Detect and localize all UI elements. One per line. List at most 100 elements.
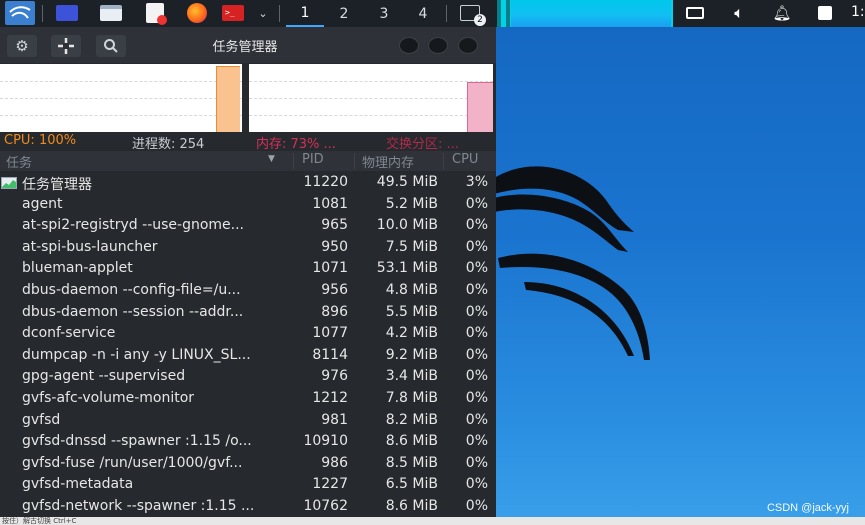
process-name: gvfsd-fuse /run/user/1000/gvf... xyxy=(22,454,243,471)
process-pid: 1081 xyxy=(312,195,348,212)
process-cpu: 0% xyxy=(465,303,488,320)
maximize-button[interactable] xyxy=(428,37,448,54)
table-row[interactable]: gvfsd-dnssd --spawner :1.15 /o... 10910 8.… xyxy=(0,431,496,453)
window-titlebar[interactable]: ⚙ 任务管理器 xyxy=(0,27,496,63)
process-name: agent xyxy=(22,195,63,212)
cpu-usage-label: CPU: 100% xyxy=(4,133,77,148)
settings-button[interactable]: ⚙ xyxy=(7,35,37,57)
process-name: gvfsd-dnssd --spawner :1.15 /o... xyxy=(22,433,252,450)
process-cpu: 0% xyxy=(465,454,488,471)
clock[interactable]: 1: xyxy=(851,4,865,20)
task-manager-tray-icon[interactable]: 2 xyxy=(459,3,486,26)
window-title: 任务管理器 xyxy=(212,40,278,55)
process-memory: 10.0 MiB xyxy=(376,217,438,234)
task-manager-app-icon xyxy=(1,177,17,189)
select-window-button[interactable] xyxy=(51,35,81,57)
table-row[interactable]: gpg-agent --supervised 976 3.4 MiB 0% xyxy=(0,366,496,388)
table-row[interactable]: gvfs-afc-volume-monitor 1212 7.8 MiB 0% xyxy=(0,388,496,410)
table-row[interactable]: gvfsd-network --spawner :1.15 ... 10762 8.… xyxy=(0,496,496,518)
process-cpu: 0% xyxy=(465,281,488,298)
search-button[interactable] xyxy=(96,35,126,57)
table-row[interactable]: gvfsd-metadata 1227 6.5 MiB 0% xyxy=(0,474,496,496)
process-memory: 5.2 MiB xyxy=(385,195,438,212)
table-row[interactable]: dbus-daemon --session --addr... 896 5.5 Mi… xyxy=(0,302,496,324)
table-row[interactable]: gvfsd-fuse /run/user/1000/gvf... 986 8.5 M… xyxy=(0,453,496,475)
process-name: dumpcap -n -i any -y LINUX_SL... xyxy=(22,346,251,363)
table-row[interactable]: dconf-service 1077 4.2 MiB 0% xyxy=(0,323,496,345)
process-name: at-spi2-registryd --use-gnome... xyxy=(22,217,245,234)
process-cpu: 0% xyxy=(465,325,488,342)
close-button[interactable] xyxy=(458,37,478,54)
process-pid: 11220 xyxy=(303,174,348,190)
table-row[interactable]: 任务管理器 11220 49.5 MiB 3% xyxy=(0,172,496,194)
process-name: dbus-daemon --session --addr... xyxy=(22,303,244,320)
process-memory: 8.6 MiB xyxy=(385,433,438,450)
process-pid: 10910 xyxy=(303,433,348,450)
table-row[interactable]: at-spi2-registryd --use-gnome... 965 10.0 … xyxy=(0,215,496,237)
text-editor-icon[interactable] xyxy=(144,3,167,25)
process-name: 任务管理器 xyxy=(22,177,92,193)
keyboard-icon[interactable] xyxy=(684,3,706,23)
process-cpu: 0% xyxy=(465,368,488,385)
process-memory: 49.5 MiB xyxy=(376,174,438,190)
notifications-bell-icon[interactable]: 🔔︎ xyxy=(771,3,793,23)
process-list: 任务管理器 11220 49.5 MiB 3% agent 1081 5.2 MiB 0% at… xyxy=(0,172,496,518)
taskbar-separator xyxy=(446,5,447,22)
process-memory: 4.2 MiB xyxy=(385,325,438,342)
process-name: gvfs-afc-volume-monitor xyxy=(22,389,195,406)
process-cpu: 0% xyxy=(465,217,488,234)
search-icon xyxy=(104,39,118,53)
sort-down-icon: ▼ xyxy=(268,154,275,164)
minimize-button[interactable] xyxy=(399,37,419,54)
process-pid: 981 xyxy=(321,411,348,428)
process-pid: 976 xyxy=(321,368,348,385)
chevron-down-icon[interactable]: ⌄ xyxy=(252,3,274,23)
table-row[interactable]: at-spi-bus-launcher 950 7.5 MiB 0% xyxy=(0,237,496,259)
process-memory: 8.6 MiB xyxy=(385,497,438,514)
column-cpu[interactable]: CPU xyxy=(452,152,478,167)
column-memory[interactable]: 物理内存 xyxy=(362,152,414,171)
volume-icon[interactable]: 🔈︎ xyxy=(728,3,750,23)
table-header: 任务 ▼ PID 物理内存 CPU xyxy=(0,151,496,171)
terminal-icon[interactable]: >_ xyxy=(222,3,244,23)
process-pid: 956 xyxy=(321,281,348,298)
process-cpu: 0% xyxy=(465,346,488,363)
workspace-3[interactable]: 3 xyxy=(365,0,403,27)
table-row[interactable]: blueman-applet 1071 53.1 MiB 0% xyxy=(0,258,496,280)
process-cpu: 0% xyxy=(465,497,488,514)
power-icon[interactable] xyxy=(814,3,836,23)
status-hint: 按住）解古切换 Ctrl+C xyxy=(0,517,865,525)
firefox-icon[interactable] xyxy=(186,3,208,23)
table-row[interactable]: gvfsd 981 8.2 MiB 0% xyxy=(0,410,496,432)
process-memory: 5.5 MiB xyxy=(385,303,438,320)
workspace-4[interactable]: 4 xyxy=(404,0,442,27)
table-row[interactable]: dumpcap -n -i any -y LINUX_SL... 8114 9.2 … xyxy=(0,345,496,367)
process-pid: 965 xyxy=(321,217,348,234)
taskbar-separator xyxy=(42,5,43,22)
cpu-monitor-graph[interactable] xyxy=(497,0,673,27)
process-cpu: 0% xyxy=(465,411,488,428)
memory-usage-label: 内存: 73% ... xyxy=(256,137,336,152)
process-memory: 4.8 MiB xyxy=(385,281,438,298)
table-row[interactable]: agent 1081 5.2 MiB 0% xyxy=(0,194,496,216)
process-cpu: 0% xyxy=(465,195,488,212)
process-pid: 1077 xyxy=(312,325,348,342)
process-memory: 53.1 MiB xyxy=(376,260,438,277)
process-count-label: 进程数: 254 xyxy=(132,137,205,152)
process-name: gvfsd-metadata xyxy=(22,476,134,493)
process-memory: 7.5 MiB xyxy=(385,238,438,255)
file-manager-icon[interactable] xyxy=(100,3,122,23)
process-cpu: 0% xyxy=(465,433,488,450)
table-row[interactable]: dbus-daemon --config-file=/u... 956 4.8 Mi… xyxy=(0,280,496,302)
gear-icon: ⚙ xyxy=(15,37,29,55)
process-pid: 950 xyxy=(321,238,348,255)
process-memory: 9.2 MiB xyxy=(385,346,438,363)
kali-menu-icon[interactable] xyxy=(5,1,35,25)
csdn-watermark: CSDN @jack-yyj xyxy=(766,502,849,514)
workspace-1[interactable]: 1 xyxy=(286,0,324,27)
workspace-2[interactable]: 2 xyxy=(325,0,363,27)
process-memory: 7.8 MiB xyxy=(385,389,438,406)
show-desktop-icon[interactable] xyxy=(56,3,78,23)
column-pid[interactable]: PID xyxy=(302,152,324,167)
column-task[interactable]: 任务 xyxy=(6,152,32,171)
